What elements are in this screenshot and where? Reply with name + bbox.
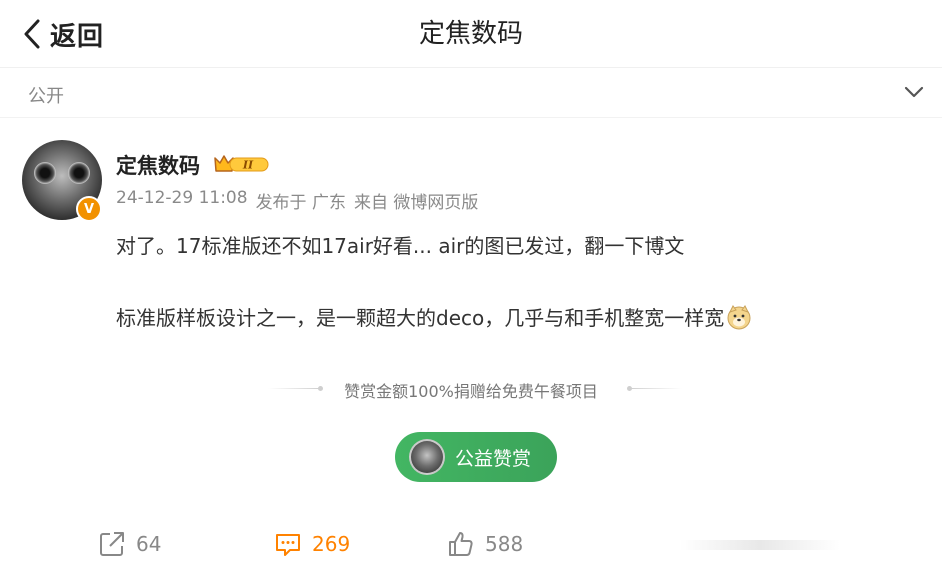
doge-emoji-icon xyxy=(727,304,751,329)
avatar-lens-left xyxy=(34,162,56,184)
loading-fade xyxy=(680,540,840,550)
like-count: 588 xyxy=(485,532,524,556)
repost-icon xyxy=(100,532,124,556)
divider-right xyxy=(630,388,682,389)
author-name[interactable]: 定焦数码 xyxy=(116,150,200,180)
post-text-line-1: 对了。17标准版还不如17air好看... air的图已发过，翻一下博文 xyxy=(116,234,685,258)
comment-button[interactable]: 269 xyxy=(274,530,350,558)
repost-button[interactable]: 64 xyxy=(98,530,161,558)
top-bar: 返回 定焦数码 xyxy=(0,0,942,68)
page-title: 定焦数码 xyxy=(418,19,523,49)
reward-note: 赞赏金额100%捐赠给免费午餐项目 xyxy=(344,382,598,401)
like-icon xyxy=(449,532,473,556)
reward-avatar xyxy=(409,439,445,475)
comment-count: 269 xyxy=(312,532,351,556)
post-location: 发布于 广东 xyxy=(255,193,346,213)
reward-button-label: 公益赞赏 xyxy=(455,447,532,470)
verified-badge: V xyxy=(76,196,102,222)
charity-reward-button[interactable]: 公益赞赏 xyxy=(395,432,557,482)
avatar-lens-right xyxy=(68,162,90,184)
vip-crown-icon[interactable]: II xyxy=(212,152,270,176)
chevron-down-icon[interactable] xyxy=(904,84,924,100)
repost-count: 64 xyxy=(136,532,162,556)
visibility-label: 公开 xyxy=(28,86,64,107)
vip-level: II xyxy=(242,159,254,172)
post-meta: 24-12-29 11:08 发布于 广东 来自 微博网页版 xyxy=(116,188,478,213)
post-text-line-2: 标准版样板设计之一，是一颗超大的deco，几乎与和手机整宽一样宽 xyxy=(116,306,725,330)
visibility-selector[interactable]: 公开 xyxy=(0,68,942,118)
post-date[interactable]: 24-12-29 11:08 xyxy=(116,188,248,213)
post-source: 来自 微博网页版 xyxy=(353,193,479,213)
post-text-line-2-wrap: 标准版样板设计之一，是一颗超大的deco，几乎与和手机整宽一样宽 xyxy=(116,302,752,331)
like-button[interactable]: 588 xyxy=(447,530,523,558)
comment-icon xyxy=(276,534,300,556)
